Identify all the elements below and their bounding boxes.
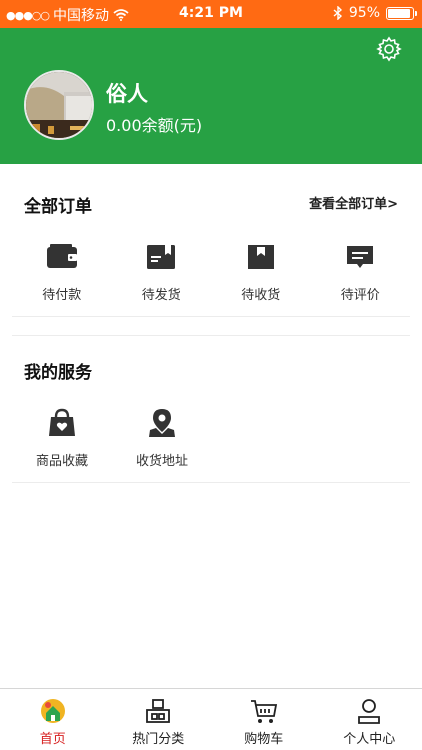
divider xyxy=(12,335,410,336)
tab-categories[interactable]: 热门分类 xyxy=(106,689,212,750)
username: 俗人 xyxy=(106,82,148,106)
tab-label: 热门分类 xyxy=(132,732,185,747)
profile-header: 俗人 0.00余额(元) xyxy=(0,28,422,164)
bottom-tab-bar: 首页 热门分类 购物车 个人中心 xyxy=(0,688,422,750)
order-pending-shipment[interactable]: 待发货 xyxy=(112,242,212,303)
tab-label: 首页 xyxy=(39,732,66,747)
order-status-label: 待发货 xyxy=(141,288,181,303)
home-icon xyxy=(40,699,65,723)
status-right: 95% xyxy=(333,5,417,21)
comment-icon xyxy=(347,246,374,268)
balance-text: 0.00余额(元) xyxy=(106,116,203,135)
battery-icon xyxy=(386,6,417,20)
bluetooth-icon xyxy=(333,6,342,20)
service-label: 商品收藏 xyxy=(35,454,88,469)
cart-icon xyxy=(250,700,277,723)
services-title: 我的服务 xyxy=(24,363,92,383)
tab-label: 购物车 xyxy=(244,732,284,747)
order-pending-receipt[interactable]: 待收货 xyxy=(211,242,311,303)
wallet-icon xyxy=(46,244,77,268)
order-status-label: 待评价 xyxy=(340,288,380,303)
location-icon xyxy=(149,409,175,437)
order-status-label: 待付款 xyxy=(42,288,82,303)
favorite-bag-icon xyxy=(49,408,75,436)
avatar[interactable] xyxy=(24,70,94,140)
settings-gear-icon[interactable] xyxy=(376,36,402,62)
tab-cart[interactable]: 购物车 xyxy=(211,689,317,750)
service-favorites[interactable]: 商品收藏 xyxy=(12,408,112,469)
order-pending-payment[interactable]: 待付款 xyxy=(12,242,112,303)
divider xyxy=(12,482,410,483)
order-status-row: 待付款 待发货 待收货 待评价 xyxy=(12,242,410,303)
services-row: 商品收藏 收货地址 xyxy=(12,408,410,469)
order-pending-review[interactable]: 待评价 xyxy=(311,242,411,303)
service-address[interactable]: 收货地址 xyxy=(112,408,212,469)
tab-label: 个人中心 xyxy=(343,732,396,747)
box-icon xyxy=(147,245,176,269)
view-all-orders-link[interactable]: 查看全部订单> xyxy=(309,193,398,212)
service-label: 收货地址 xyxy=(135,454,188,469)
battery-percent: 95% xyxy=(348,5,380,21)
divider xyxy=(12,316,410,317)
order-status-label: 待收货 xyxy=(241,288,281,303)
tab-profile[interactable]: 个人中心 xyxy=(317,689,422,750)
orders-title: 全部订单 xyxy=(24,197,92,217)
category-icon xyxy=(146,699,171,723)
avatar-image xyxy=(26,72,92,138)
tab-home[interactable]: 首页 xyxy=(0,689,106,750)
status-bar: ●●●○○ 中国移动 4:21 PM 95% xyxy=(0,0,422,28)
package-icon xyxy=(247,245,274,269)
user-icon xyxy=(358,699,381,724)
